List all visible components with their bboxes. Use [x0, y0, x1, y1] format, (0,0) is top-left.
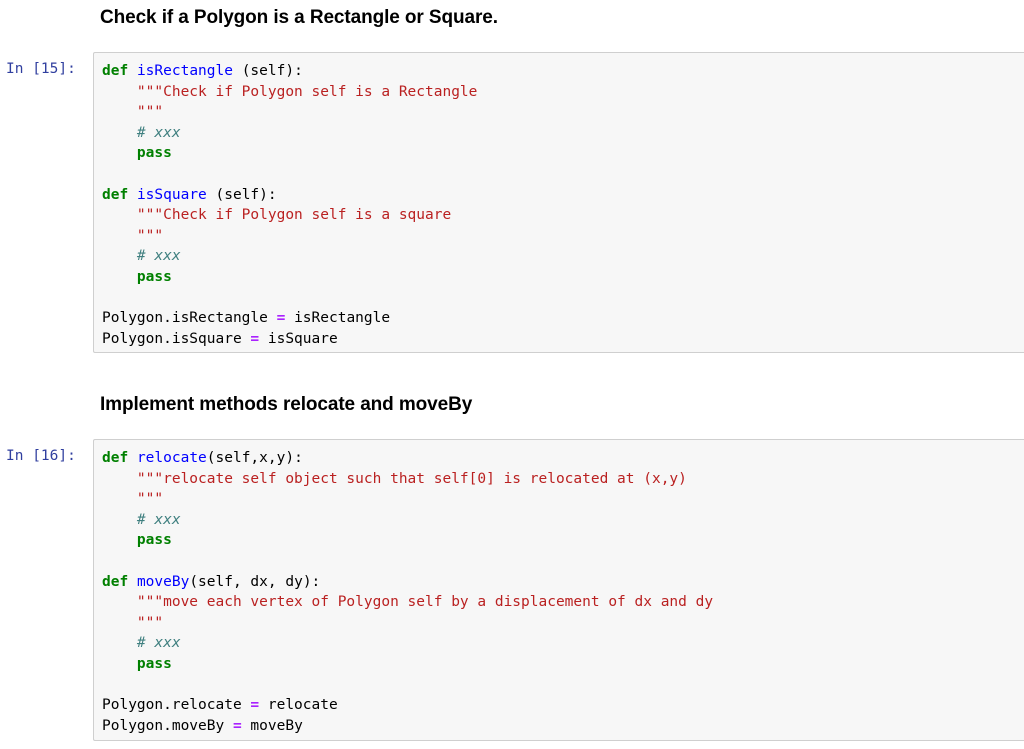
code-editor[interactable]: def relocate(self,x,y): """relocate self… [102, 448, 713, 736]
string-token: """ [136, 491, 164, 508]
comment-token: # xxx [136, 635, 181, 652]
code-line: # xxx [102, 510, 713, 531]
string-token: """Check if Polygon self is a square [136, 207, 452, 224]
code-line: def isRectangle (self): [102, 61, 477, 82]
code-text: relocate [259, 697, 338, 714]
code-line: """Check if Polygon self is a Rectangle [102, 82, 477, 103]
code-line: Polygon.isSquare = isSquare [102, 329, 477, 350]
function-name-token: moveBy [136, 573, 190, 590]
code-line: pass [102, 530, 713, 551]
keyword-token: pass [136, 532, 172, 549]
string-token: """relocate self object such that self[0… [136, 470, 687, 487]
code-line: """ [102, 226, 477, 247]
code-line: """relocate self object such that self[0… [102, 469, 713, 490]
operator-token: = [250, 697, 260, 714]
operator-token: = [250, 330, 260, 347]
function-name-token: isSquare [136, 186, 207, 203]
code-line: """move each vertex of Polygon self by a… [102, 592, 713, 613]
comment-token: # xxx [136, 248, 181, 265]
code-text: Polygon.isSquare [102, 330, 251, 347]
function-name-token: relocate [136, 450, 207, 466]
code-line: ​ [102, 675, 713, 696]
code-line: def isSquare (self): [102, 185, 477, 206]
code-line: pass [102, 143, 477, 164]
string-token: """ [136, 227, 164, 244]
code-line: """ [102, 102, 477, 123]
code-line: Polygon.relocate = relocate [102, 695, 713, 716]
code-cell-1[interactable]: def isRectangle (self): """Check if Poly… [93, 52, 1024, 353]
input-prompt-15: In [15]: [6, 61, 76, 77]
markdown-heading-1: Check if a Polygon is a Rectangle or Squ… [100, 7, 498, 28]
code-line: Polygon.isRectangle = isRectangle [102, 308, 477, 329]
operator-token: = [232, 717, 242, 734]
code-text: Polygon.moveBy [102, 717, 233, 734]
code-text: isRectangle [285, 310, 391, 327]
code-line: def relocate(self,x,y): [102, 448, 713, 469]
markdown-heading-2: Implement methods relocate and moveBy [100, 394, 473, 415]
keyword-token: def [102, 63, 129, 79]
code-text: Polygon.relocate [102, 697, 251, 714]
code-text: Polygon.isRectangle [102, 310, 277, 327]
keyword-token: def [102, 573, 129, 590]
code-text: moveBy [241, 717, 303, 734]
comment-token: # xxx [136, 511, 181, 528]
code-text: (self): [232, 63, 303, 79]
code-line: ​ [102, 164, 477, 185]
keyword-token: pass [136, 268, 172, 285]
keyword-token: def [102, 186, 129, 203]
code-line: # xxx [102, 246, 477, 267]
code-text: isSquare [259, 330, 338, 347]
code-editor[interactable]: def isRectangle (self): """Check if Poly… [102, 61, 477, 349]
string-token: """move each vertex of Polygon self by a… [136, 594, 714, 611]
keyword-token: pass [136, 145, 172, 162]
code-line: ​ [102, 288, 477, 309]
comment-token: # xxx [136, 124, 181, 141]
code-text: (self): [206, 186, 277, 203]
function-name-token: isRectangle [136, 63, 233, 79]
code-line: Polygon.moveBy = moveBy [102, 716, 713, 737]
code-line: def moveBy(self, dx, dy): [102, 572, 713, 593]
code-text: (self,x,y): [206, 450, 303, 466]
keyword-token: def [102, 450, 129, 466]
code-line: pass [102, 267, 477, 288]
string-token: """ [136, 614, 164, 631]
code-line: # xxx [102, 123, 477, 144]
code-cell-2[interactable]: def relocate(self,x,y): """relocate self… [93, 439, 1024, 741]
keyword-token: pass [136, 655, 172, 672]
string-token: """Check if Polygon self is a Rectangle [136, 83, 478, 100]
string-token: """ [136, 104, 164, 121]
code-line: """ [102, 613, 713, 634]
code-line: """Check if Polygon self is a square [102, 205, 477, 226]
code-line: ​ [102, 551, 713, 572]
input-prompt-16: In [16]: [6, 448, 76, 464]
code-line: # xxx [102, 633, 713, 654]
code-text: (self, dx, dy): [189, 573, 321, 590]
code-line: pass [102, 654, 713, 675]
code-line: """ [102, 489, 713, 510]
